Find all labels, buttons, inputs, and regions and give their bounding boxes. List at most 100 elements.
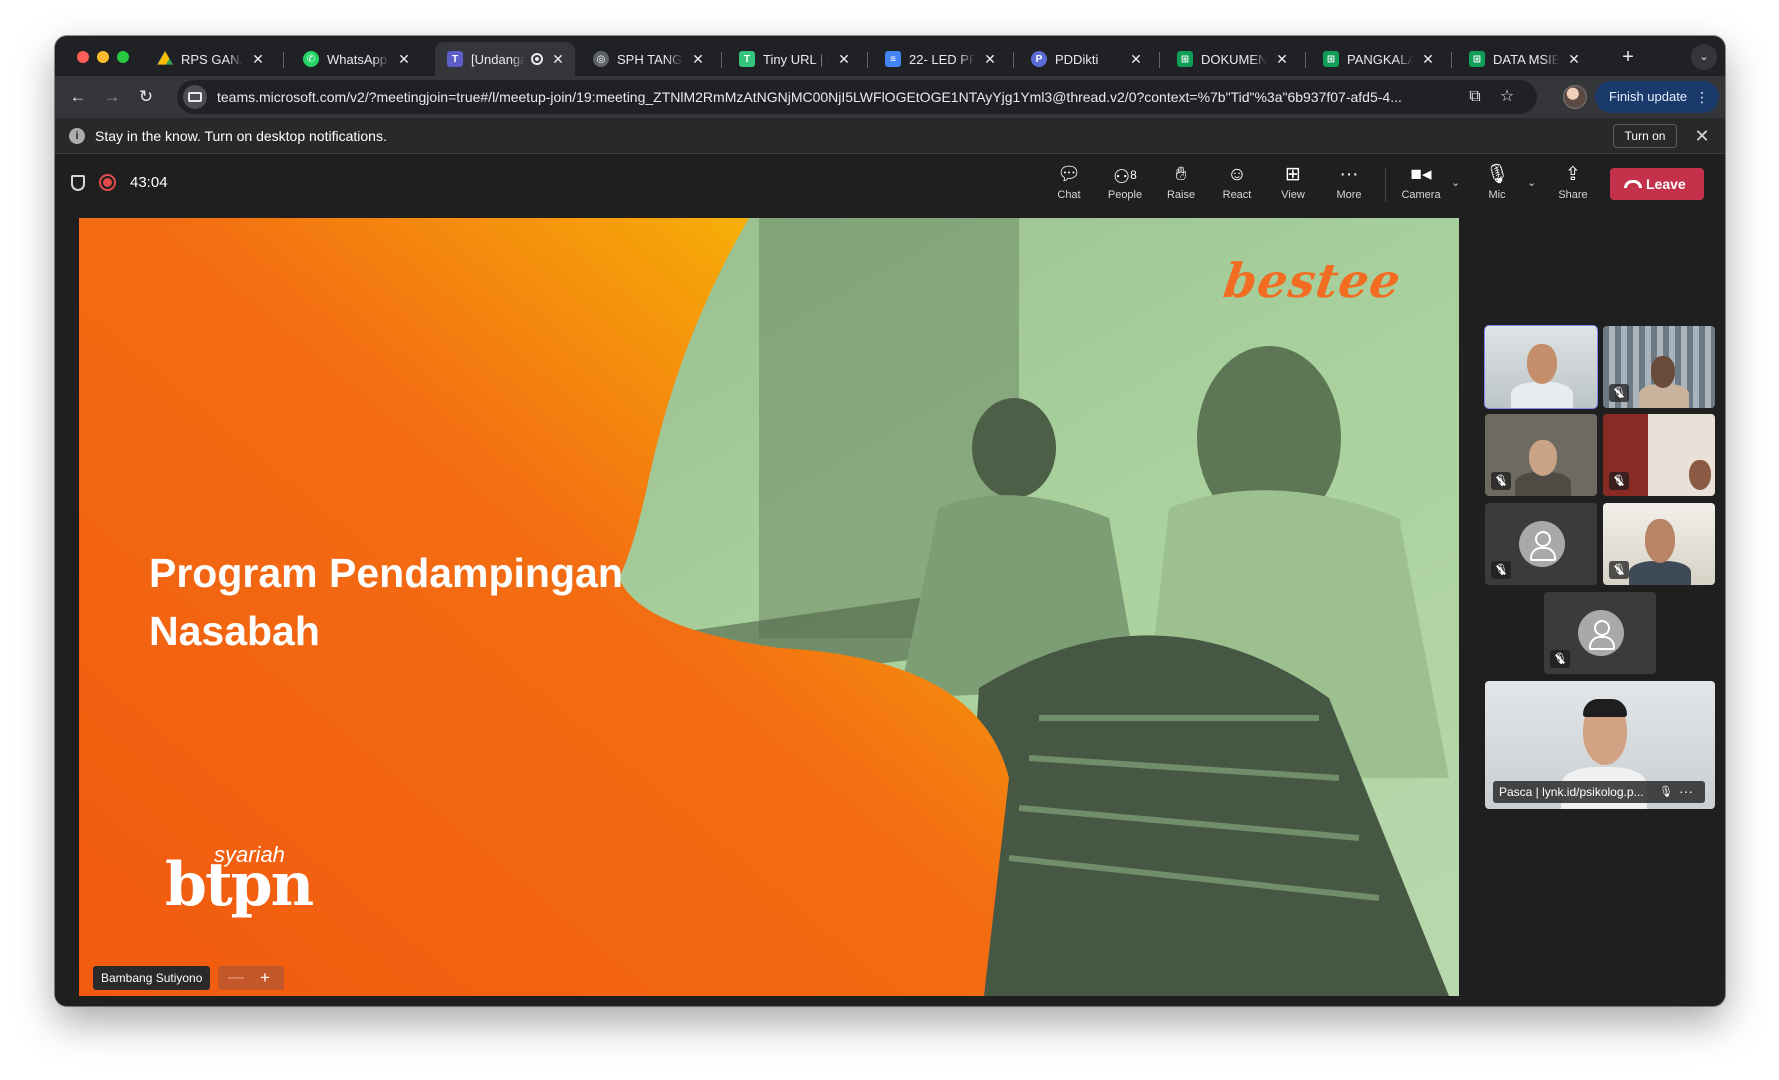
ellipsis-icon: ···	[1339, 164, 1359, 185]
maximize-window-button[interactable]	[117, 51, 129, 63]
close-tab-icon[interactable]: ✕	[691, 51, 705, 68]
person-avatar-icon	[1578, 610, 1624, 656]
kebab-menu-icon[interactable]: ⋮	[1695, 81, 1709, 113]
tab-title: DATA MSIB 7	[1493, 51, 1559, 67]
tab-separator	[867, 52, 868, 68]
react-button[interactable]: ☺ React	[1211, 162, 1263, 206]
participant-face	[1645, 519, 1675, 563]
tab-undangan-teams[interactable]: T [Undangan ✕	[435, 42, 575, 76]
tab-whatsapp[interactable]: ✆ WhatsApp ✕	[291, 42, 421, 76]
whatsapp-icon: ✆	[303, 51, 319, 67]
close-tab-icon[interactable]: ✕	[1129, 51, 1143, 68]
tab-title: Tiny URL | Fr	[763, 51, 829, 67]
view-button[interactable]: ⊞ View	[1267, 162, 1319, 206]
camera-button[interactable]: ■◂ Camera	[1395, 162, 1447, 206]
address-bar[interactable]: teams.microsoft.com/v2/?meetingjoin=true…	[177, 80, 1537, 114]
participant-tile-video-5[interactable]: 🎙︎	[1603, 503, 1715, 585]
react-label: React	[1222, 189, 1252, 201]
participant-name-bar: Pasca | lynk.id/psikolog.p... 🎙︎ ···	[1493, 781, 1705, 803]
slide-title: Program Pendampingan Nasabah	[149, 544, 709, 660]
tab-pddikti[interactable]: P PDDikti ✕	[1019, 42, 1153, 76]
install-app-icon[interactable]: ⧉	[1465, 87, 1485, 107]
grid-view-icon: ⊞	[1285, 164, 1301, 185]
share-label: Share	[1558, 189, 1588, 201]
share-screen-icon: ⇪	[1565, 164, 1581, 185]
tinyurl-icon: T	[739, 51, 755, 67]
tab-sph-tanger[interactable]: ◎ SPH TANGER ✕	[581, 42, 715, 76]
view-label: View	[1281, 189, 1305, 201]
close-tab-icon[interactable]: ✕	[1421, 51, 1435, 68]
participant-tile-video-1[interactable]	[1484, 325, 1598, 409]
bestee-logo: bestee	[1220, 254, 1405, 309]
camera-site-icon[interactable]	[183, 85, 207, 109]
tab-tinyurl[interactable]: T Tiny URL | Fr ✕	[727, 42, 861, 76]
tab-separator	[1305, 52, 1306, 68]
close-tab-icon[interactable]: ✕	[397, 51, 411, 68]
new-tab-button[interactable]: +	[1615, 44, 1641, 70]
close-tab-icon[interactable]: ✕	[837, 51, 851, 68]
raise-label: Raise	[1166, 189, 1196, 201]
leave-button[interactable]: Leave	[1610, 168, 1704, 200]
reload-icon[interactable]: ↻	[133, 84, 159, 110]
mic-options-chevron-icon[interactable]: ⌄	[1527, 176, 1536, 189]
tab-pangkalan[interactable]: ⊞ PANGKALAN ✕	[1311, 42, 1445, 76]
participant-tile-avatar-2[interactable]: 🎙︎	[1544, 592, 1656, 674]
back-arrow-icon[interactable]: ←	[65, 84, 91, 110]
people-count: 8	[1130, 168, 1137, 182]
zoom-in-button[interactable]: +	[260, 966, 270, 990]
hang-up-icon	[1624, 180, 1642, 188]
participant-shirt	[1511, 382, 1573, 408]
participant-tile-avatar-1[interactable]: 🎙︎	[1485, 503, 1597, 585]
people-button[interactable]: ⚇8 People	[1099, 162, 1151, 206]
mic-off-icon: 🎙︎	[1609, 472, 1629, 490]
hand-icon: ✋︎	[1175, 164, 1187, 185]
participant-face	[1651, 356, 1675, 388]
mic-muted-icon: 🎙︎	[1484, 164, 1510, 185]
mic-off-icon: 🎙︎	[1491, 472, 1511, 490]
tab-led-pro[interactable]: ≡ 22- LED PRO ✕	[873, 42, 1007, 76]
url-text[interactable]: teams.microsoft.com/v2/?meetingjoin=true…	[217, 89, 1457, 105]
mic-off-icon: 🎙︎	[1491, 561, 1511, 579]
chat-button[interactable]: 💬︎ Chat	[1043, 162, 1095, 206]
tab-search-chevron-icon[interactable]: ⌄	[1691, 44, 1717, 70]
close-tab-icon[interactable]: ✕	[1567, 51, 1581, 68]
close-tab-icon[interactable]: ✕	[983, 51, 997, 68]
mic-button[interactable]: 🎙︎ Mic	[1471, 162, 1523, 206]
tab-title: PANGKALAN	[1347, 51, 1413, 67]
tab-data-msib[interactable]: ⊞ DATA MSIB 7 ✕	[1457, 42, 1591, 76]
tab-rps-ganjil[interactable]: RPS GANJIL ✕	[145, 42, 275, 76]
profile-avatar[interactable]	[1563, 85, 1587, 109]
finish-update-button[interactable]: Finish update ⋮	[1595, 81, 1719, 113]
raise-hand-button[interactable]: ✋︎ Raise	[1155, 162, 1207, 206]
turn-on-button[interactable]: Turn on	[1613, 124, 1677, 148]
shield-icon[interactable]	[71, 175, 85, 191]
browser-toolbar: ← → ↻ teams.microsoft.com/v2/?meetingjoi…	[55, 76, 1725, 118]
minimize-window-button[interactable]	[97, 51, 109, 63]
participant-tile-video-3[interactable]: 🎙︎	[1485, 414, 1597, 496]
more-button[interactable]: ··· More	[1323, 162, 1375, 206]
shared-presentation: Program Pendampingan Nasabah bestee syar…	[79, 218, 1459, 996]
close-tab-icon[interactable]: ✕	[551, 51, 565, 68]
tab-separator	[283, 52, 284, 68]
zoom-out-button[interactable]: —	[228, 966, 244, 990]
camera-options-chevron-icon[interactable]: ⌄	[1451, 176, 1460, 189]
forward-arrow-icon[interactable]: →	[99, 84, 125, 110]
ellipsis-icon[interactable]: ···	[1679, 780, 1693, 802]
close-tab-icon[interactable]: ✕	[1275, 51, 1289, 68]
tab-dokumen[interactable]: ⊞ DOKUMEN T ✕	[1165, 42, 1299, 76]
tab-title: RPS GANJIL	[181, 51, 243, 67]
chat-label: Chat	[1057, 189, 1081, 201]
close-window-button[interactable]	[77, 51, 89, 63]
participant-tile-pinned[interactable]: Pasca | lynk.id/psikolog.p... 🎙︎ ···	[1485, 681, 1715, 809]
tab-separator	[1013, 52, 1014, 68]
tab-title: PDDikti	[1055, 51, 1099, 67]
close-tab-icon[interactable]: ✕	[251, 51, 265, 68]
leave-label: Leave	[1646, 176, 1686, 192]
participant-tile-video-2[interactable]: 🎙︎	[1603, 326, 1715, 408]
close-icon[interactable]: ✕	[1692, 126, 1712, 146]
participant-tile-video-4[interactable]: 🎙︎	[1603, 414, 1715, 496]
tab-title: 22- LED PRO	[909, 51, 975, 67]
share-button[interactable]: ⇪ Share	[1547, 162, 1599, 206]
google-drive-icon	[157, 51, 173, 65]
bookmark-star-icon[interactable]: ☆	[1497, 87, 1517, 107]
